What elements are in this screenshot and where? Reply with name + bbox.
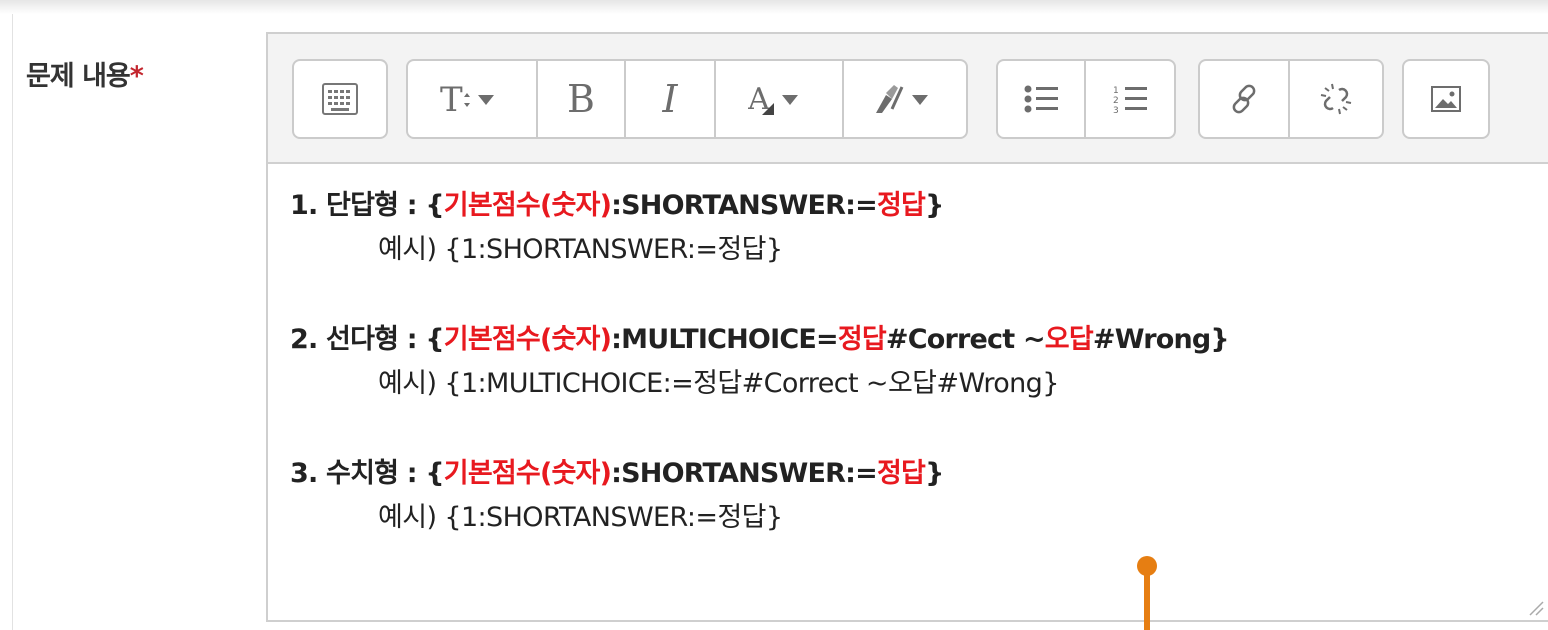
link-icon (1228, 83, 1260, 115)
highlight-text: 기본점수(숫자) (443, 190, 612, 221)
example-line: 예시) {1:MULTICHOICE:=정답#Correct ~오답#Wrong… (378, 368, 1059, 399)
question-type-line: 3. 수치형 : {기본점수(숫자):SHORTANSWER:=정답} (290, 452, 1528, 496)
toolbar-group-toggle (292, 59, 388, 139)
unordered-list-icon (1024, 84, 1058, 114)
bold-button[interactable]: B (538, 61, 626, 137)
highlight-text: 정답 (837, 324, 887, 355)
line-text: } (925, 458, 944, 489)
ordered-list-icon: 1 2 3 (1113, 84, 1147, 114)
top-shadow (0, 0, 1548, 14)
rich-text-editor: T B I A 1 2 3 1. 단답형: {기본점수(숫자):SHORTAN… (266, 32, 1548, 622)
toolbar-group-links (1198, 59, 1384, 139)
line-text: } (925, 190, 944, 221)
unlink-button[interactable] (1290, 61, 1382, 137)
editor-toolbar: T B I A 1 2 3 (268, 34, 1548, 164)
insert-image-button[interactable] (1404, 61, 1488, 137)
background-color-button[interactable] (844, 61, 966, 137)
example-line: 예시) {1:SHORTANSWER:=정답} (378, 234, 783, 265)
required-asterisk: * (129, 61, 144, 92)
question-text-label: 문제 내용* (26, 54, 144, 93)
highlight-text: 기본점수(숫자) (443, 458, 612, 489)
italic-button[interactable]: I (626, 61, 716, 137)
image-icon (1431, 86, 1461, 112)
svg-text:1: 1 (1113, 86, 1119, 96)
line-text: 2. 선다형 : { (290, 324, 445, 355)
svg-text:T: T (440, 80, 463, 119)
highlight-text: 오답 (1044, 324, 1094, 355)
line-text: 3. 수치형 : { (290, 458, 445, 489)
unlink-icon (1319, 82, 1353, 116)
background-color-icon (872, 79, 938, 119)
editor-content-area[interactable]: 1. 단답형 : {기본점수(숫자):SHORTANSWER:=정답} 예시) … (290, 184, 1528, 540)
line-text: :MULTICHOICE= (611, 324, 838, 355)
bold-icon: B (567, 77, 595, 121)
question-type-line: 2. 선다형 : {기본점수(숫자):MULTICHOICE=정답#Correc… (290, 318, 1528, 362)
line-text: :SHORTANSWER:= (611, 458, 878, 489)
toolbar-toggle-button[interactable] (294, 61, 386, 137)
svg-text:3: 3 (1113, 106, 1119, 114)
italic-icon: I (662, 77, 678, 121)
link-button[interactable] (1200, 61, 1290, 137)
toolbar-group-lists: 1 2 3 (996, 59, 1176, 139)
annotation-pointer-line (1144, 566, 1150, 630)
font-color-icon: A (748, 79, 810, 119)
example-line: 예시) {1:SHORTANSWER:=정답} (378, 502, 783, 533)
panel-edge (12, 14, 13, 630)
highlight-text: 기본점수(숫자) (443, 324, 612, 355)
label-text: 문제 내용 (26, 61, 131, 92)
toolbar-group-media (1402, 59, 1490, 139)
line-text: 1. 단답형 : { (290, 190, 445, 221)
line-text: #Correct ~ (885, 324, 1046, 355)
font-color-button[interactable]: A (716, 61, 844, 137)
ordered-list-button[interactable]: 1 2 3 (1086, 61, 1174, 137)
text-style-button[interactable]: T (408, 61, 538, 137)
line-text: :SHORTANSWER:= (611, 190, 878, 221)
toolbar-group-format: T B I A (406, 59, 968, 139)
text-style-icon: T (440, 79, 504, 119)
highlight-text: 정답 (877, 190, 926, 221)
question-type-line: 1. 단답형 : {기본점수(숫자):SHORTANSWER:=정답} (290, 184, 1528, 228)
line-text: #Wrong} (1092, 324, 1230, 355)
toolbar-toggle-icon (322, 83, 358, 115)
resize-grip-icon[interactable] (1526, 598, 1544, 616)
svg-text:2: 2 (1113, 96, 1119, 106)
unordered-list-button[interactable] (998, 61, 1086, 137)
highlight-text: 정답 (877, 458, 926, 489)
